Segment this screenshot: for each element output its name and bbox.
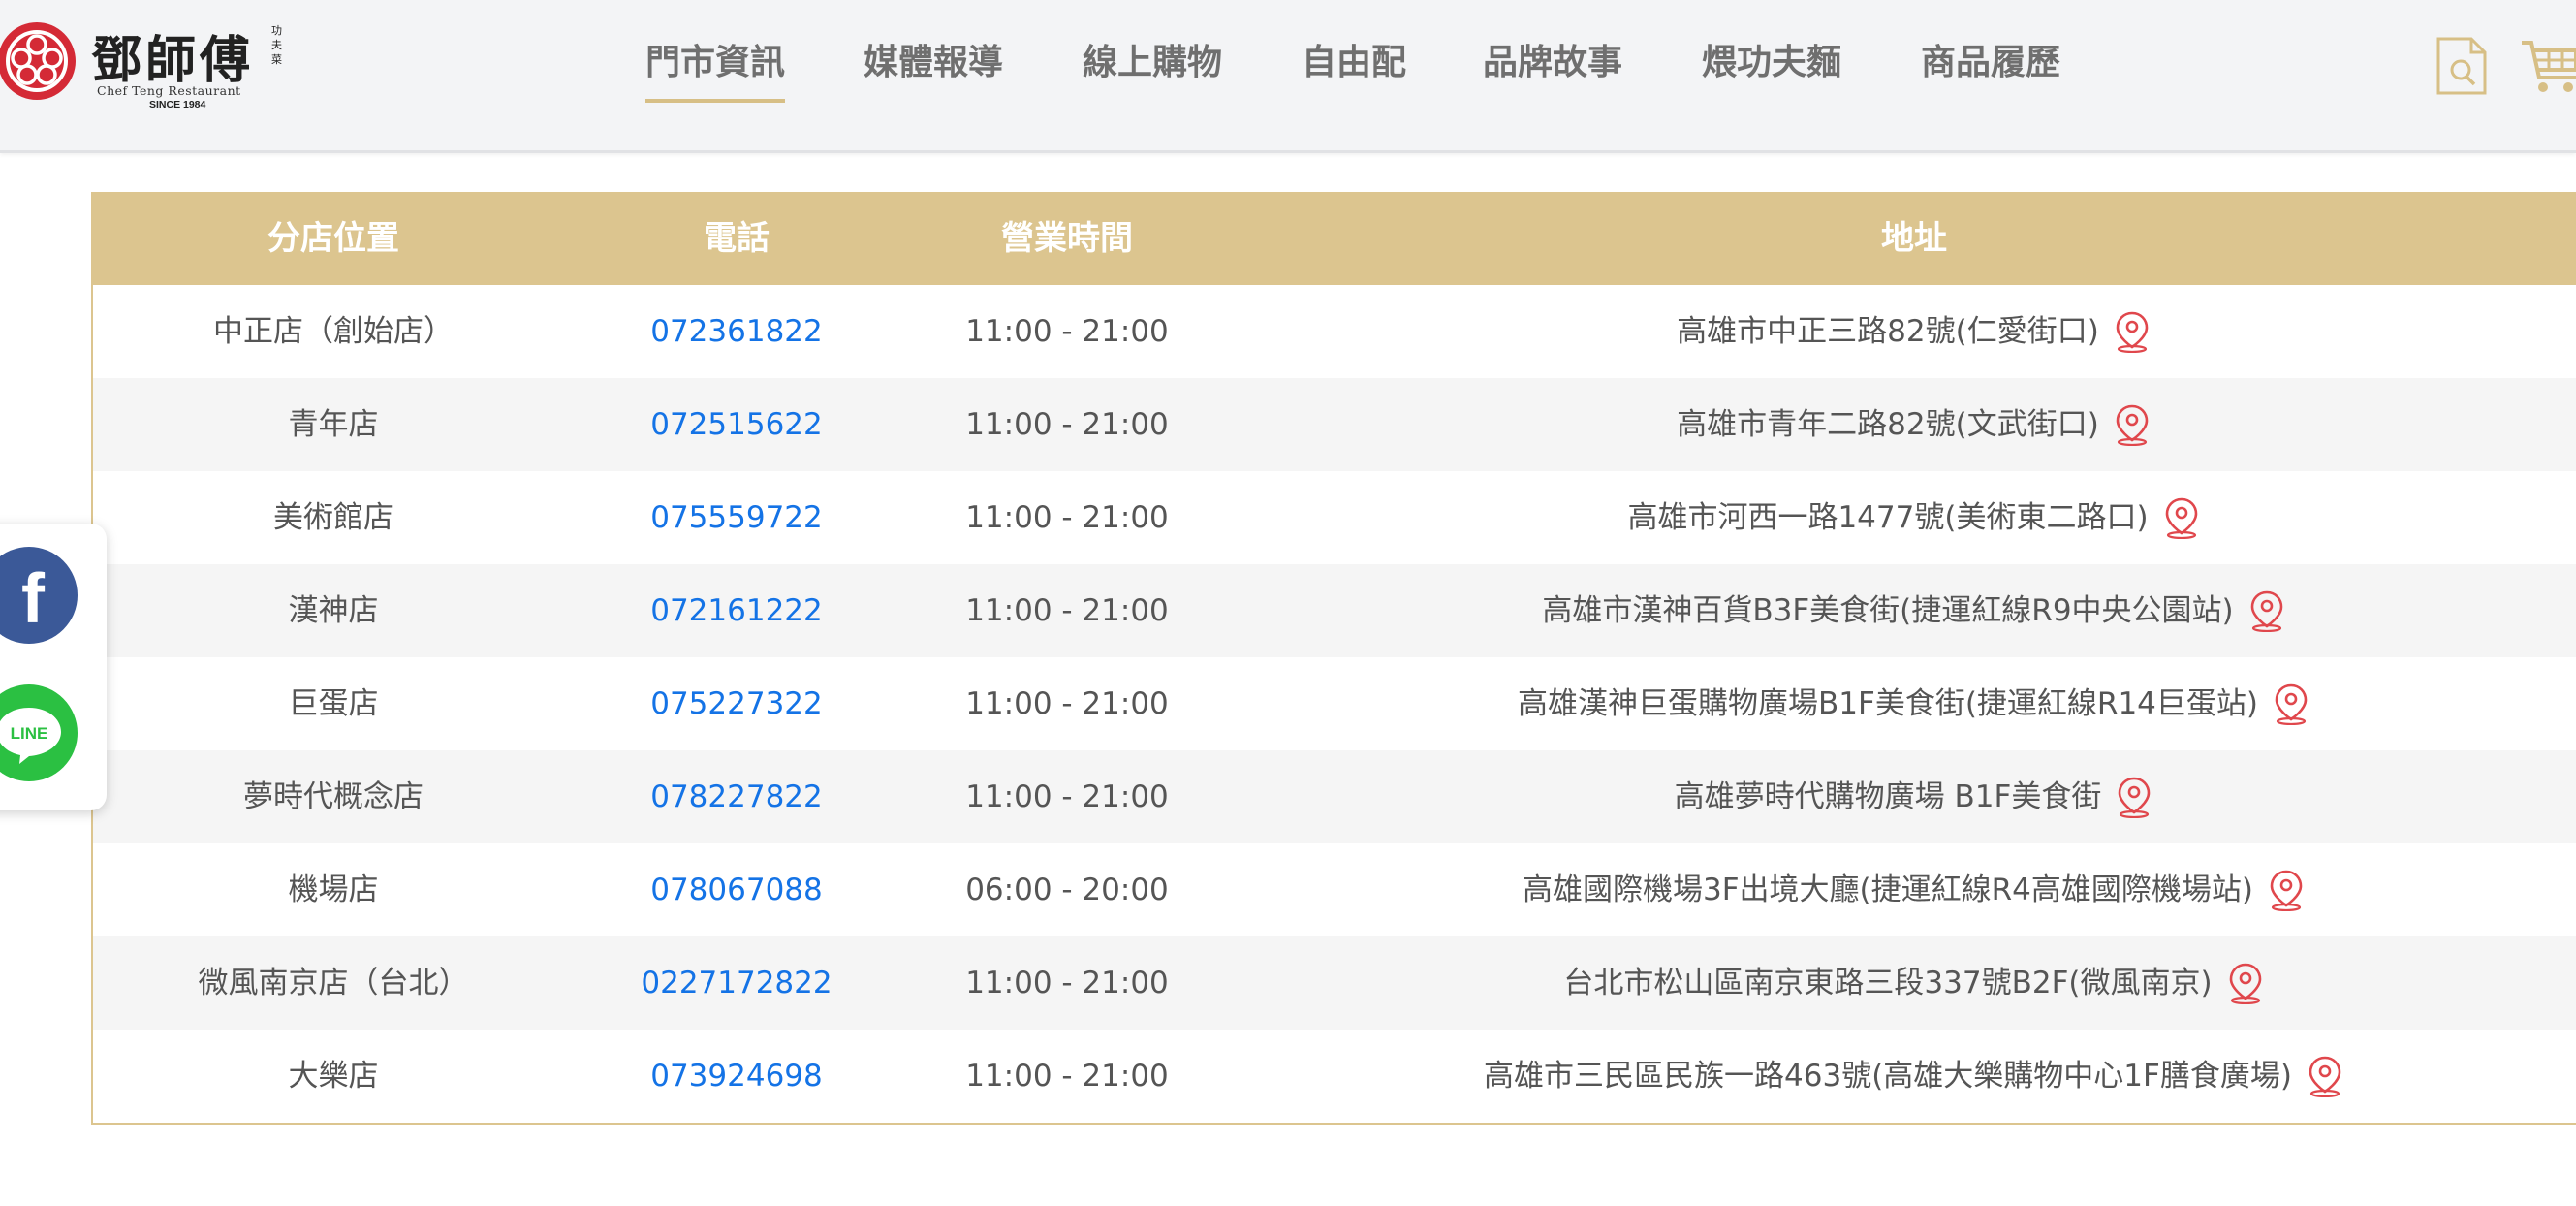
branch-name: 美術館店 bbox=[273, 500, 393, 535]
address-text: 高雄市中正三路82號(仁愛街口) bbox=[1677, 314, 2099, 349]
map-pin-icon[interactable] bbox=[2226, 962, 2265, 1004]
address-text: 高雄市河西一路1477號(美術東二路口) bbox=[1627, 500, 2149, 535]
table-row: 機場店 078067088 06:00 - 20:00 高雄國際機場3F出境大廳… bbox=[93, 843, 2576, 936]
phone-link[interactable]: 075559722 bbox=[574, 471, 899, 564]
branch-name: 漢神店 bbox=[288, 593, 379, 628]
branch-name: 巨蛋店 bbox=[288, 686, 379, 721]
address-cell: 高雄漢神巨蛋購物廣場B1F美食街(捷運紅線R14巨蛋站) bbox=[1235, 657, 2576, 750]
phone-link[interactable]: 073924698 bbox=[574, 1030, 899, 1123]
brand-name-cn: 鄧師傅 bbox=[91, 31, 255, 90]
business-hours: 11:00 - 21:00 bbox=[965, 686, 1169, 721]
nav-item-noodles[interactable]: 煨功夫麵 bbox=[1702, 37, 1841, 99]
address-text: 高雄漢神巨蛋購物廣場B1F美食街(捷運紅線R14巨蛋站) bbox=[1518, 686, 2258, 721]
phone-link[interactable]: 0227172822 bbox=[574, 936, 899, 1030]
nav-item-online-shop[interactable]: 線上購物 bbox=[1083, 37, 1222, 99]
address-cell: 高雄夢時代購物廣場 B1F美食街 bbox=[1235, 750, 2576, 843]
nav-item-product-trace[interactable]: 商品履歷 bbox=[1921, 37, 2060, 99]
line-icon: LINE bbox=[0, 708, 61, 764]
map-pin-icon[interactable] bbox=[2113, 310, 2152, 353]
business-hours: 11:00 - 21:00 bbox=[965, 593, 1169, 628]
logo-emblem-icon bbox=[0, 22, 76, 100]
phone-link[interactable]: 072161222 bbox=[574, 564, 899, 657]
shopping-cart-icon[interactable] bbox=[2520, 35, 2576, 97]
header-hours: 營業時間 bbox=[1001, 219, 1133, 258]
store-table: 分店位置 電話 營業時間 地址 中正店（創始店） 072361822 11:00… bbox=[91, 192, 2576, 1125]
address-cell: 高雄市青年二路82號(文武街口) bbox=[1235, 378, 2576, 471]
business-hours: 11:00 - 21:00 bbox=[965, 314, 1169, 349]
business-hours: 11:00 - 21:00 bbox=[965, 779, 1169, 814]
map-pin-icon[interactable] bbox=[2162, 496, 2201, 539]
business-hours: 11:00 - 21:00 bbox=[965, 966, 1169, 1000]
phone-link[interactable]: 075227322 bbox=[574, 657, 899, 750]
table-row: 大樂店 073924698 11:00 - 21:00 高雄市三民區民族一路46… bbox=[93, 1030, 2576, 1123]
brand-logo[interactable]: 鄧師傅 功夫菜 Chef Teng Restaurant SINCE 1984 bbox=[0, 14, 291, 114]
business-hours: 06:00 - 20:00 bbox=[965, 873, 1169, 907]
address-text: 高雄市三民區民族一路463號(高雄大樂購物中心1F膳食廣場) bbox=[1484, 1059, 2292, 1094]
map-pin-icon[interactable] bbox=[2267, 869, 2306, 911]
table-header: 分店位置 電話 營業時間 地址 bbox=[93, 192, 2576, 285]
site-header: 鄧師傅 功夫菜 Chef Teng Restaurant SINCE 1984 … bbox=[0, 0, 2576, 153]
nav-item-media[interactable]: 媒體報導 bbox=[864, 37, 1003, 99]
address-cell: 台北市松山區南京東路三段337號B2F(微風南京) bbox=[1235, 936, 2576, 1030]
table-row: 夢時代概念店 078227822 11:00 - 21:00 高雄夢時代購物廣場… bbox=[93, 750, 2576, 843]
business-hours: 11:00 - 21:00 bbox=[965, 500, 1169, 535]
branch-name: 中正店（創始店） bbox=[213, 314, 454, 349]
address-text: 高雄國際機場3F出境大廳(捷運紅線R4高雄國際機場站) bbox=[1522, 873, 2253, 907]
map-pin-icon[interactable] bbox=[2247, 589, 2286, 632]
address-cell: 高雄市中正三路82號(仁愛街口) bbox=[1235, 285, 2576, 378]
line-button[interactable]: LINE bbox=[0, 684, 78, 781]
address-text: 高雄市青年二路82號(文武街口) bbox=[1677, 407, 2099, 442]
header-branch: 分店位置 bbox=[267, 219, 399, 258]
address-cell: 高雄國際機場3F出境大廳(捷運紅線R4高雄國際機場站) bbox=[1235, 843, 2576, 936]
branch-name: 機場店 bbox=[288, 873, 379, 907]
nav-item-brand-story[interactable]: 品牌故事 bbox=[1483, 37, 1622, 99]
branch-name: 微風南京店（台北） bbox=[198, 966, 469, 1000]
address-text: 高雄市漢神百貨B3F美食街(捷運紅線R9中央公園站) bbox=[1542, 593, 2234, 628]
table-row: 中正店（創始店） 072361822 11:00 - 21:00 高雄市中正三路… bbox=[93, 285, 2576, 378]
business-hours: 11:00 - 21:00 bbox=[965, 407, 1169, 442]
branch-name: 大樂店 bbox=[288, 1059, 379, 1094]
phone-link[interactable]: 078067088 bbox=[574, 843, 899, 936]
map-pin-icon[interactable] bbox=[2306, 1055, 2344, 1097]
table-row: 微風南京店（台北） 0227172822 11:00 - 21:00 台北市松山… bbox=[93, 936, 2576, 1030]
phone-link[interactable]: 078227822 bbox=[574, 750, 899, 843]
brand-name-en: Chef Teng Restaurant bbox=[97, 83, 241, 98]
branch-name: 青年店 bbox=[288, 407, 379, 442]
nav-item-free-combo[interactable]: 自由配 bbox=[1302, 37, 1406, 99]
header-address: 地址 bbox=[1881, 219, 1947, 258]
line-label: LINE bbox=[11, 724, 48, 743]
facebook-button[interactable]: f bbox=[0, 547, 78, 644]
table-row: 美術館店 075559722 11:00 - 21:00 高雄市河西一路1477… bbox=[93, 471, 2576, 564]
address-cell: 高雄市河西一路1477號(美術東二路口) bbox=[1235, 471, 2576, 564]
header-phone: 電話 bbox=[704, 219, 770, 258]
address-text: 高雄夢時代購物廣場 B1F美食街 bbox=[1674, 779, 2102, 814]
map-pin-icon[interactable] bbox=[2115, 776, 2153, 818]
table-row: 漢神店 072161222 11:00 - 21:00 高雄市漢神百貨B3F美食… bbox=[93, 564, 2576, 657]
table-row: 青年店 072515622 11:00 - 21:00 高雄市青年二路82號(文… bbox=[93, 378, 2576, 471]
facebook-glyph: f bbox=[21, 560, 46, 638]
map-pin-icon[interactable] bbox=[2272, 682, 2310, 725]
brand-since: SINCE 1984 bbox=[149, 99, 206, 111]
business-hours: 11:00 - 21:00 bbox=[965, 1059, 1169, 1094]
social-floating-panel: f LINE bbox=[0, 524, 107, 810]
address-cell: 高雄市漢神百貨B3F美食街(捷運紅線R9中央公園站) bbox=[1235, 564, 2576, 657]
nav-item-store-info[interactable]: 門市資訊 bbox=[645, 37, 786, 103]
table-row: 巨蛋店 075227322 11:00 - 21:00 高雄漢神巨蛋購物廣場B1… bbox=[93, 657, 2576, 750]
facebook-icon: f bbox=[21, 560, 46, 638]
address-cell: 高雄市三民區民族一路463號(高雄大樂購物中心1F膳食廣場) bbox=[1235, 1030, 2576, 1123]
phone-link[interactable]: 072361822 bbox=[574, 285, 899, 378]
phone-link[interactable]: 072515622 bbox=[574, 378, 899, 471]
branch-name: 夢時代概念店 bbox=[243, 779, 424, 814]
brand-side-text: 功夫菜 bbox=[271, 24, 282, 66]
search-document-icon[interactable] bbox=[2435, 35, 2489, 97]
address-text: 台北市松山區南京東路三段337號B2F(微風南京) bbox=[1563, 966, 2213, 1000]
map-pin-icon[interactable] bbox=[2113, 403, 2152, 446]
